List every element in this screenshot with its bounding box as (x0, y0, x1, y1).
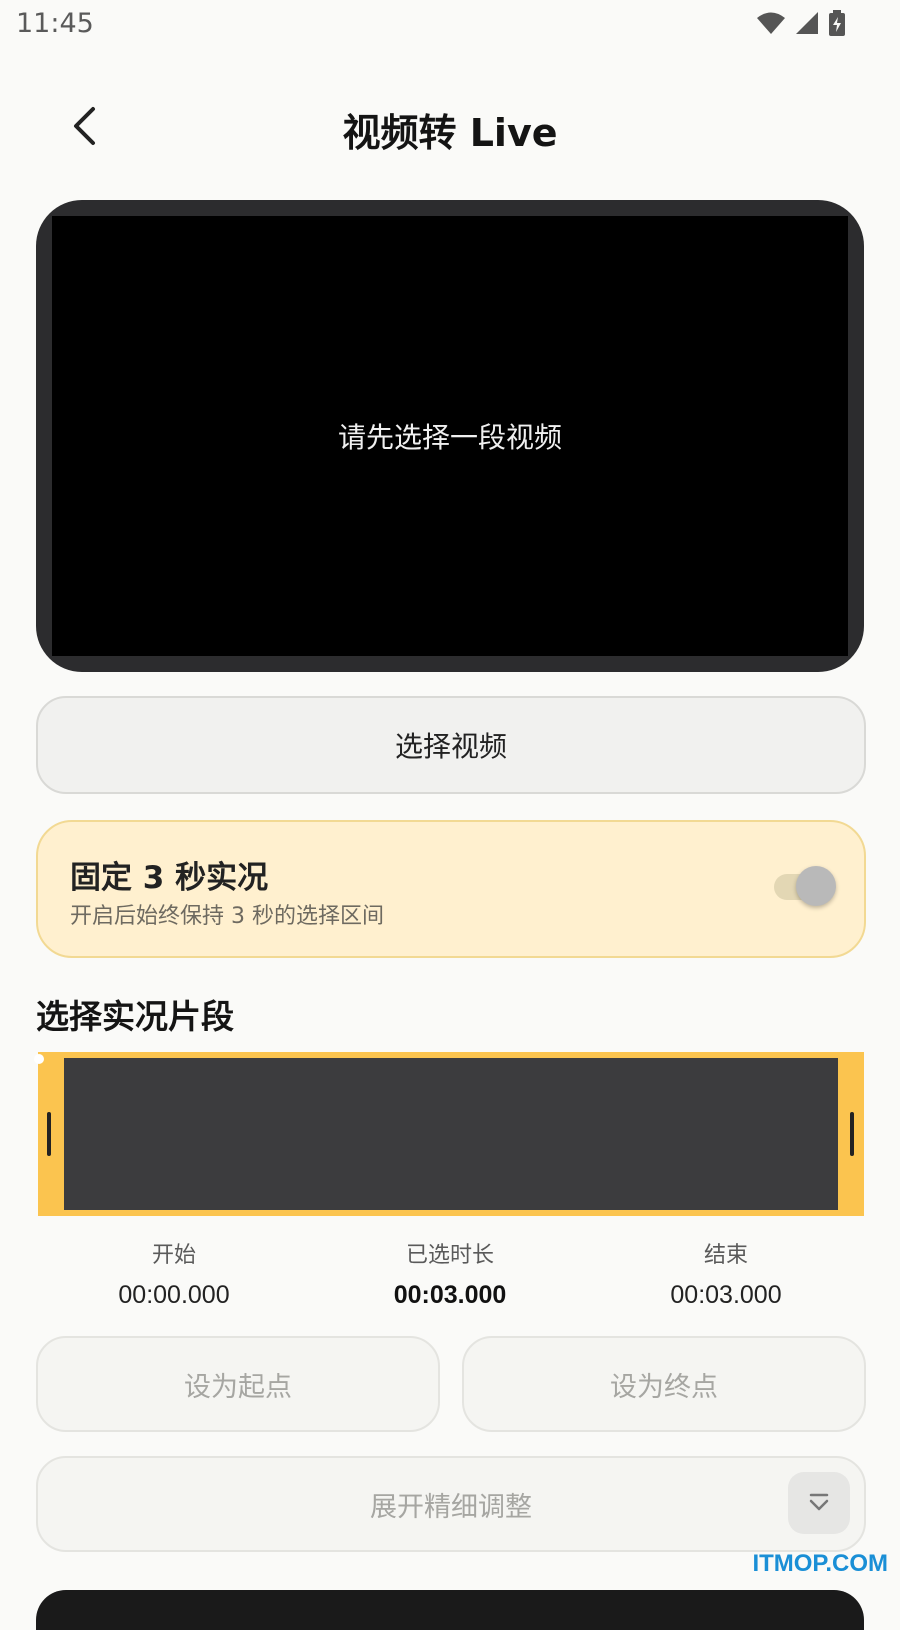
playhead-marker (34, 1054, 44, 1064)
video-preview: 请先选择一段视频 (36, 200, 864, 672)
fixed-duration-card: 固定 3 秒实况 开启后始终保持 3 秒的选择区间 (36, 820, 866, 958)
start-stat: 开始 00:00.000 (24, 1237, 324, 1310)
set-start-button[interactable]: 设为起点 (36, 1336, 440, 1432)
end-handle[interactable] (850, 1112, 854, 1156)
duration-label: 已选时长 (405, 1243, 494, 1268)
watermark: ITMOP.COM (752, 1550, 888, 1577)
fixed-duration-subtitle: 开启后始终保持 3 秒的选择区间 (70, 904, 384, 929)
clip-timeline[interactable] (34, 1052, 864, 1216)
video-canvas: 请先选择一段视频 (52, 216, 848, 656)
page-title: 视频转 Live (342, 111, 558, 155)
battery-icon (829, 10, 845, 36)
end-label: 结束 (703, 1243, 748, 1268)
bottom-action-bar[interactable] (36, 1590, 864, 1630)
section-title: 选择实况片段 (36, 997, 234, 1036)
expand-fine-tune-button[interactable]: 展开精细调整 (36, 1456, 866, 1552)
expand-icon-button[interactable] (788, 1472, 850, 1534)
toggle-thumb (796, 866, 836, 906)
fixed-duration-toggle[interactable] (770, 862, 840, 912)
start-value: 00:00.000 (118, 1281, 230, 1309)
chevron-down-double-icon (809, 1493, 829, 1511)
wifi-icon (757, 12, 785, 34)
end-value: 00:03.000 (670, 1281, 782, 1309)
fixed-duration-title: 固定 3 秒实况 (70, 860, 269, 896)
status-time: 11:45 (16, 8, 94, 39)
signal-icon (796, 12, 818, 34)
duration-value: 00:03.000 (393, 1281, 507, 1309)
duration-stat: 已选时长 00:03.000 (300, 1237, 600, 1310)
start-handle[interactable] (47, 1112, 51, 1156)
timeline-track (64, 1058, 838, 1210)
expand-fine-tune-label: 展开精细调整 (370, 1491, 532, 1523)
set-end-button[interactable]: 设为终点 (462, 1336, 866, 1432)
end-stat: 结束 00:03.000 (576, 1237, 876, 1310)
choose-video-button[interactable]: 选择视频 (36, 696, 866, 794)
start-label: 开始 (151, 1243, 196, 1268)
status-icons (756, 10, 846, 36)
preview-placeholder: 请先选择一段视频 (337, 421, 562, 454)
